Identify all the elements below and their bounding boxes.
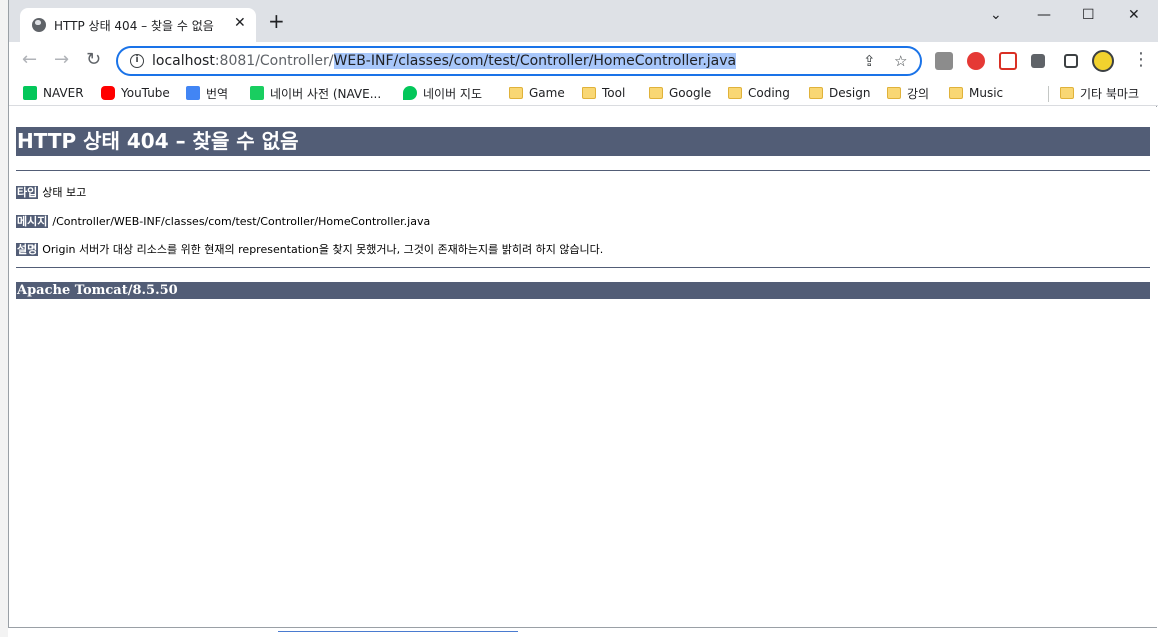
folder-icon: [1060, 87, 1074, 99]
folder-icon: [809, 87, 823, 99]
bookmark-label: 강의: [907, 86, 930, 101]
bookmark-label: Google: [669, 86, 712, 100]
bookmark-translate[interactable]: 번역: [186, 84, 228, 102]
minimize-button[interactable]: —: [1037, 7, 1051, 23]
url-path: :8081/Controller/: [214, 53, 334, 69]
message-label: 메시지: [16, 215, 49, 228]
url-text[interactable]: localhost:8081/Controller/WEB-INF/classe…: [152, 53, 737, 69]
browser-window: HTTP 상태 404 – 찾을 수 없음 ✕ + ⌄ — ☐ ✕ ← → ↻ …: [8, 0, 1158, 628]
bookmark-folder-other[interactable]: 기타 북마크: [1060, 84, 1139, 102]
bookmark-label: Game: [529, 86, 565, 100]
type-label: 타입: [16, 186, 39, 199]
close-window-button[interactable]: ✕: [1128, 7, 1140, 23]
bookmark-folder-game[interactable]: Game: [509, 84, 565, 102]
youtube-icon: [101, 86, 115, 100]
reload-button[interactable]: ↻: [86, 50, 101, 70]
tab-close-icon[interactable]: ✕: [234, 15, 246, 31]
folder-icon: [949, 87, 963, 99]
bookmark-label: NAVER: [43, 86, 84, 100]
url-selected: WEB-INF/classes/com/test/Controller/Home…: [333, 53, 737, 69]
site-info-icon[interactable]: i: [130, 54, 144, 68]
folder-icon: [509, 87, 523, 99]
title-bar: HTTP 상태 404 – 찾을 수 없음 ✕ + ⌄ — ☐ ✕: [9, 0, 1158, 42]
folder-icon: [582, 87, 596, 99]
extension-icon-2[interactable]: [967, 52, 985, 70]
globe-icon: [32, 18, 46, 32]
folder-icon: [887, 87, 901, 99]
background-app-edge: [0, 0, 8, 637]
bookmark-naver-map[interactable]: 네이버 지도: [403, 84, 482, 102]
naver-icon: [23, 86, 37, 100]
description-label: 설명: [16, 243, 39, 256]
bookmark-label: Tool: [602, 86, 626, 100]
menu-icon[interactable]: ⋮: [1132, 50, 1150, 70]
bookmark-label: Music: [969, 86, 1004, 100]
bookmarks-separator: [1048, 86, 1049, 102]
avatar[interactable]: [1092, 50, 1114, 72]
description-row: 설명 Origin 서버가 대상 리소스를 위한 현재의 representati…: [16, 241, 603, 257]
extensions-puzzle-icon[interactable]: [1031, 54, 1045, 68]
server-footer: Apache Tomcat/8.5.50: [16, 282, 1150, 299]
bookmark-label: 네이버 지도: [423, 86, 483, 101]
message-row: 메시지/Controller/WEB-INF/classes/com/test/…: [16, 213, 430, 229]
description-value: Origin 서버가 대상 리소스를 위한 현재의 representation…: [42, 243, 604, 256]
type-value: 상태 보고: [42, 186, 87, 199]
page-content: HTTP 상태 404 – 찾을 수 없음 타입 상태 보고 메시지/Contro…: [9, 107, 1158, 627]
folder-icon: [649, 87, 663, 99]
active-tab[interactable]: HTTP 상태 404 – 찾을 수 없음 ✕: [20, 8, 256, 42]
type-row: 타입 상태 보고: [16, 184, 86, 200]
bookmark-folder-music[interactable]: Music: [949, 84, 1003, 102]
maximize-button[interactable]: ☐: [1082, 7, 1095, 23]
bookmark-folder-google[interactable]: Google: [649, 84, 711, 102]
page-title: HTTP 상태 404 – 찾을 수 없음: [16, 127, 1150, 156]
address-bar[interactable]: i localhost:8081/Controller/WEB-INF/clas…: [116, 46, 922, 76]
side-panel-icon[interactable]: [1064, 54, 1078, 68]
extension-icon-1[interactable]: [935, 52, 953, 70]
bookmark-label: Design: [829, 86, 871, 100]
extension-icon-3[interactable]: [999, 52, 1017, 70]
forward-button[interactable]: →: [54, 50, 69, 70]
bookmark-star-icon[interactable]: ☆: [894, 52, 907, 70]
bookmark-folder-tool[interactable]: Tool: [582, 84, 625, 102]
bookmark-label: Coding: [748, 86, 790, 100]
toolbar: ← → ↻ i localhost:8081/Controller/WEB-IN…: [9, 42, 1158, 80]
tab-search-icon[interactable]: ⌄: [990, 7, 1002, 23]
back-button[interactable]: ←: [22, 50, 37, 70]
bookmark-folder-design[interactable]: Design: [809, 84, 870, 102]
message-value: /Controller/WEB-INF/classes/com/test/Con…: [52, 215, 431, 228]
tab-title: HTTP 상태 404 – 찾을 수 없음: [54, 19, 214, 33]
divider: [16, 267, 1150, 268]
share-icon[interactable]: ⇪: [863, 52, 876, 70]
translate-icon: [186, 86, 200, 100]
background-link-underline: [278, 631, 518, 632]
bookmark-label: YouTube: [121, 86, 170, 100]
new-tab-button[interactable]: +: [268, 11, 285, 31]
folder-icon: [728, 87, 742, 99]
bookmark-youtube[interactable]: YouTube: [101, 84, 170, 102]
bookmark-label: 번역: [206, 86, 229, 101]
bookmark-naver-dict[interactable]: 네이버 사전 (NAVE...: [250, 84, 381, 102]
bookmark-folder-lectures[interactable]: 강의: [887, 84, 929, 102]
background-app-bottom: [8, 628, 1165, 637]
bookmark-label: 기타 북마크: [1080, 86, 1140, 101]
bookmark-naver[interactable]: NAVER: [23, 84, 84, 102]
bookmark-folder-coding[interactable]: Coding: [728, 84, 790, 102]
url-host: localhost: [152, 53, 215, 69]
divider: [16, 170, 1150, 171]
bookmark-label: 네이버 사전 (NAVE...: [270, 86, 382, 101]
naver-map-icon: [403, 86, 417, 100]
naver-dict-icon: [250, 86, 264, 100]
bookmarks-bar: NAVER YouTube 번역 네이버 사전 (NAVE... 네이버 지도 …: [9, 80, 1158, 106]
